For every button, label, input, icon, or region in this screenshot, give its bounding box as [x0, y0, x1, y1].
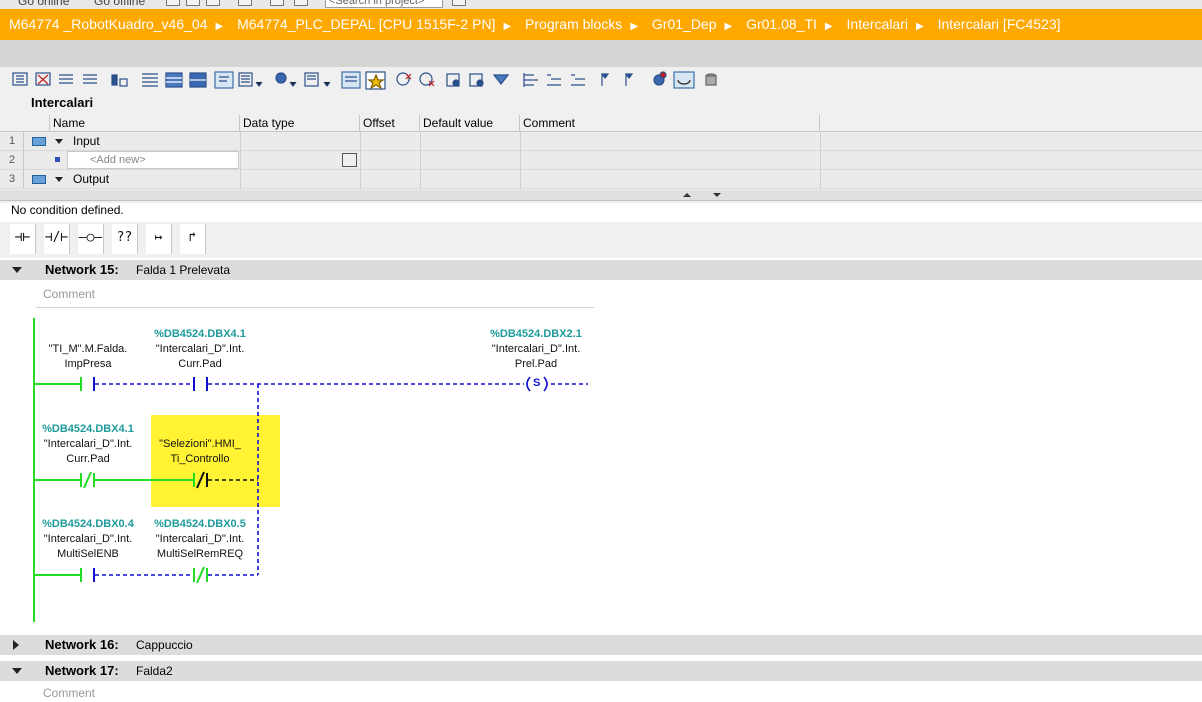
network-title[interactable]: Falda2	[136, 664, 173, 678]
contact-c6	[193, 566, 208, 584]
operand-c3-line1[interactable]: "Intercalari_D".Int.	[38, 437, 138, 452]
contact-c5	[80, 568, 95, 582]
contact-c4	[193, 471, 208, 489]
operand-coil-line2[interactable]: Prel.Pad	[486, 357, 586, 372]
contact-c1	[80, 377, 95, 391]
operand-c6-line1[interactable]: "Intercalari_D".Int.	[150, 532, 250, 547]
operand-c4-line1[interactable]: "Selezioni".HMI_	[150, 437, 250, 452]
operand-c5-line2[interactable]: MultiSelENB	[38, 547, 138, 562]
network-16-header[interactable]: Network 16: Cappuccio	[0, 635, 1202, 655]
operand-c2-line1[interactable]: "Intercalari_D".Int.	[150, 342, 250, 357]
operand-c2-line2[interactable]: Curr.Pad	[150, 357, 250, 372]
address-c6: %DB4524.DBX0.5	[154, 518, 246, 530]
contact-c3	[80, 471, 95, 489]
operand-c3-line2[interactable]: Curr.Pad	[38, 452, 138, 467]
network-label: Network 16:	[45, 637, 119, 652]
operand-c6-line2[interactable]: MultiSelRemREQ	[150, 547, 250, 562]
operand-coil-line1[interactable]: "Intercalari_D".Int.	[486, 342, 586, 357]
address-c3: %DB4524.DBX4.1	[42, 423, 134, 435]
network-comment[interactable]: Comment	[36, 684, 594, 700]
operand-c5-line1[interactable]: "Intercalari_D".Int.	[38, 532, 138, 547]
expand-arrow-icon[interactable]	[13, 640, 19, 650]
coil-symbol: S	[533, 377, 541, 389]
operand-c1-line2[interactable]: ImpPresa	[38, 357, 138, 372]
network-label: Network 17:	[45, 663, 119, 678]
address-c2: %DB4524.DBX4.1	[154, 328, 246, 340]
address-coil: %DB4524.DBX2.1	[490, 328, 582, 340]
address-c5: %DB4524.DBX0.4	[42, 518, 134, 530]
network-title[interactable]: Cappuccio	[136, 638, 193, 652]
network-17-header[interactable]: Network 17: Falda2	[0, 661, 1202, 681]
collapse-arrow-icon[interactable]	[12, 668, 22, 674]
contact-c2	[193, 377, 208, 391]
operand-c4-line2[interactable]: Ti_Controllo	[150, 452, 250, 467]
operand-c1-line1[interactable]: "TI_M".M.Falda.	[38, 342, 138, 357]
